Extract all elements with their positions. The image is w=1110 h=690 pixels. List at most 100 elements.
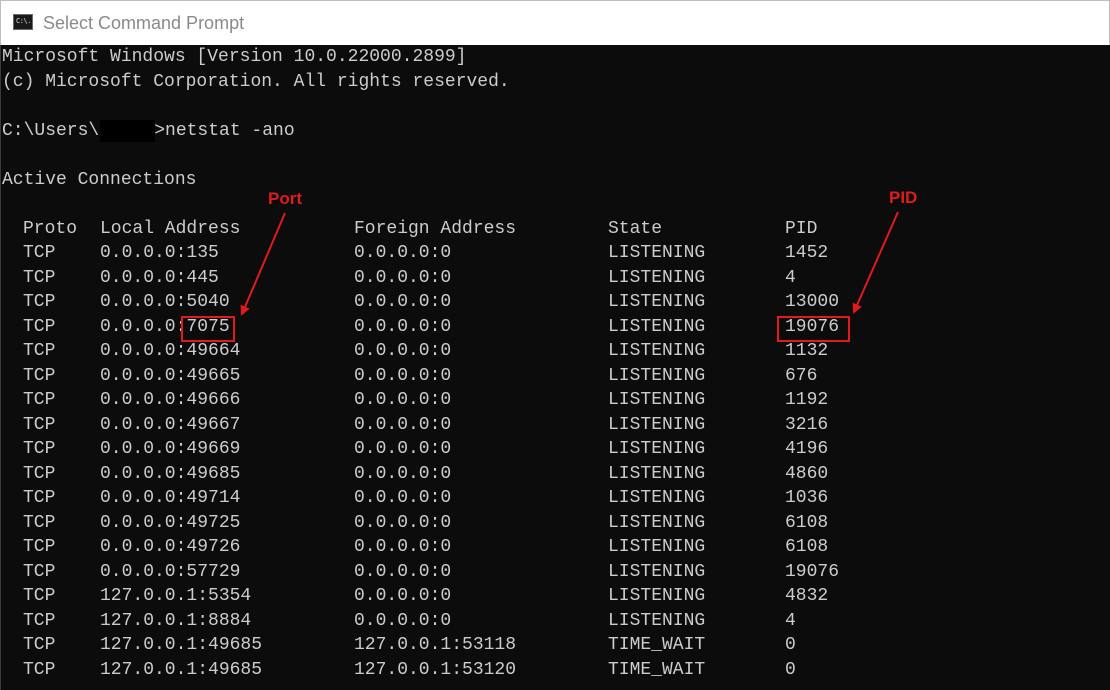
cell-local-address: 127.0.0.1:5354 (100, 586, 252, 606)
cell-pid: 6108 (785, 537, 829, 557)
cell-proto: TCP (23, 267, 56, 288)
cell-state: LISTENING (608, 414, 706, 435)
cell-proto: TCP (23, 365, 56, 386)
cell-local-address: 0.0.0.0:49665 (100, 365, 241, 386)
cell-foreign-address: 0.0.0.0:0 (354, 610, 452, 631)
banner-line-version: Microsoft Windows [Version 10.0.22000.28… (2, 47, 467, 67)
table-row: TCP 0.0.0.0:49725 0.0.0.0:0 LISTENING 6108 (2, 511, 1102, 536)
cell-state: LISTENING (608, 341, 706, 361)
cell-state: LISTENING (608, 439, 706, 459)
table-row: TCP 0.0.0.0:49667 0.0.0.0:0 LISTENING 3216 (2, 413, 1102, 438)
cell-proto: TCP (23, 316, 56, 337)
table-row: TCP 0.0.0.0:49726 0.0.0.0:0 LISTENING 6108 (2, 535, 1102, 560)
pid-highlight-box (777, 316, 850, 342)
table-header: Proto Local Address Foreign Address Stat… (2, 217, 1102, 242)
cell-state: LISTENING (608, 488, 706, 508)
header-pid: PID (785, 218, 818, 239)
cell-state: TIME_WAIT (608, 635, 706, 655)
cell-pid: 4832 (785, 586, 829, 606)
pid-annotation-label: PID (889, 188, 918, 207)
cell-foreign-address: 0.0.0.0:0 (354, 439, 452, 459)
cell-state: LISTENING (608, 292, 706, 312)
cell-pid: 4 (785, 267, 796, 288)
cell-pid: 4 (785, 610, 796, 631)
redacted-username (100, 120, 155, 142)
cell-proto: TCP (23, 610, 56, 631)
cell-local-address: 0.0.0.0:57729 (100, 561, 241, 582)
title-bar[interactable]: C:\. Select Command Prompt (0, 0, 1110, 45)
cell-pid: 0 (785, 659, 796, 680)
cell-proto: TCP (23, 586, 56, 606)
cell-local-address: 127.0.0.1:8884 (100, 610, 252, 631)
cell-foreign-address: 0.0.0.0:0 (354, 488, 452, 508)
table-row: TCP 0.0.0.0:135 0.0.0.0:0 LISTENING 1452 (2, 241, 1102, 266)
table-row: TCP 127.0.0.1:49685 127.0.0.1:53120 TIME_WA… (2, 658, 1102, 683)
cell-local-address: 0.0.0.0:49666 (100, 390, 241, 410)
cell-local-address: 0.0.0.0:49714 (100, 488, 241, 508)
cell-foreign-address: 0.0.0.0:0 (354, 390, 452, 410)
cell-proto: TCP (23, 635, 56, 655)
table-row: TCP 127.0.0.1:5354 0.0.0.0:0 LISTENING 4832 (2, 584, 1102, 609)
cell-pid: 3216 (785, 414, 829, 435)
cell-proto: TCP (23, 488, 56, 508)
cell-proto: TCP (23, 463, 56, 484)
section-title: Active Connections (2, 169, 197, 190)
header-proto: Proto (23, 218, 78, 239)
cell-local-address: 0.0.0.0:49725 (100, 512, 241, 533)
cell-state: LISTENING (608, 365, 706, 386)
window-title: Select Command Prompt (43, 13, 245, 33)
cell-pid: 19076 (785, 561, 840, 582)
table-row: TCP 0.0.0.0:5040 0.0.0.0:0 LISTENING 13000 (2, 290, 1102, 315)
cell-pid: 1452 (785, 243, 829, 263)
port-highlight-box (181, 316, 235, 342)
cell-pid: 676 (785, 365, 818, 386)
cell-proto: TCP (23, 390, 56, 410)
cell-foreign-address: 127.0.0.1:53120 (354, 659, 517, 680)
table-row: TCP 0.0.0.0:49685 0.0.0.0:0 LISTENING 4860 (2, 462, 1102, 487)
cell-proto: TCP (23, 659, 56, 680)
cell-local-address: 0.0.0.0:49726 (100, 537, 241, 557)
cell-proto: TCP (23, 292, 56, 312)
cell-state: TIME_WAIT (608, 659, 706, 680)
cell-foreign-address: 0.0.0.0:0 (354, 267, 452, 288)
table-row: TCP 0.0.0.0:49666 0.0.0.0:0 LISTENING 1192 (2, 388, 1102, 413)
table-row: TCP 0.0.0.0:445 0.0.0.0:0 LISTENING 4 (2, 266, 1102, 291)
header-local-address: Local Address (100, 218, 241, 239)
cell-proto: TCP (23, 537, 56, 557)
cell-local-address: 0.0.0.0:445 (100, 267, 219, 288)
cell-foreign-address: 0.0.0.0:0 (354, 586, 452, 606)
cell-state: LISTENING (608, 586, 706, 606)
cell-foreign-address: 0.0.0.0:0 (354, 537, 452, 557)
cell-proto: TCP (23, 414, 56, 435)
cell-foreign-address: 0.0.0.0:0 (354, 292, 452, 312)
command-text: >netstat -ano (154, 120, 295, 141)
cell-state: LISTENING (608, 463, 706, 484)
prompt-path: C:\Users\ (2, 120, 100, 141)
cell-local-address: 0.0.0.0:5040 (100, 292, 230, 312)
cell-state: LISTENING (608, 316, 706, 337)
header-state: State (608, 218, 663, 239)
cell-foreign-address: 0.0.0.0:0 (354, 561, 452, 582)
console-output[interactable]: Microsoft Windows [Version 10.0.22000.28… (0, 45, 1110, 690)
cell-local-address: 127.0.0.1:49685 (100, 659, 263, 680)
cell-state: LISTENING (608, 610, 706, 631)
cell-pid: 1192 (785, 390, 829, 410)
cell-pid: 4196 (785, 439, 829, 459)
cell-state: LISTENING (608, 243, 706, 263)
cell-local-address: 0.0.0.0:49667 (100, 414, 241, 435)
cell-foreign-address: 0.0.0.0:0 (354, 243, 452, 263)
cell-pid: 0 (785, 635, 796, 655)
cell-pid: 6108 (785, 512, 829, 533)
table-row: TCP 0.0.0.0:7075 0.0.0.0:0 LISTENING 19076 (2, 315, 1102, 340)
cell-pid: 4860 (785, 463, 829, 484)
cell-foreign-address: 0.0.0.0:0 (354, 316, 452, 337)
cell-proto: TCP (23, 512, 56, 533)
cell-local-address: 0.0.0.0:49664 (100, 341, 241, 361)
cell-proto: TCP (23, 341, 56, 361)
table-row: TCP 0.0.0.0:49714 0.0.0.0:0 LISTENING 1036 (2, 486, 1102, 511)
cell-foreign-address: 0.0.0.0:0 (354, 365, 452, 386)
cell-pid: 1036 (785, 488, 829, 508)
cell-local-address: 127.0.0.1:49685 (100, 635, 263, 655)
cell-local-address: 0.0.0.0:49685 (100, 463, 241, 484)
cell-foreign-address: 0.0.0.0:0 (354, 341, 452, 361)
